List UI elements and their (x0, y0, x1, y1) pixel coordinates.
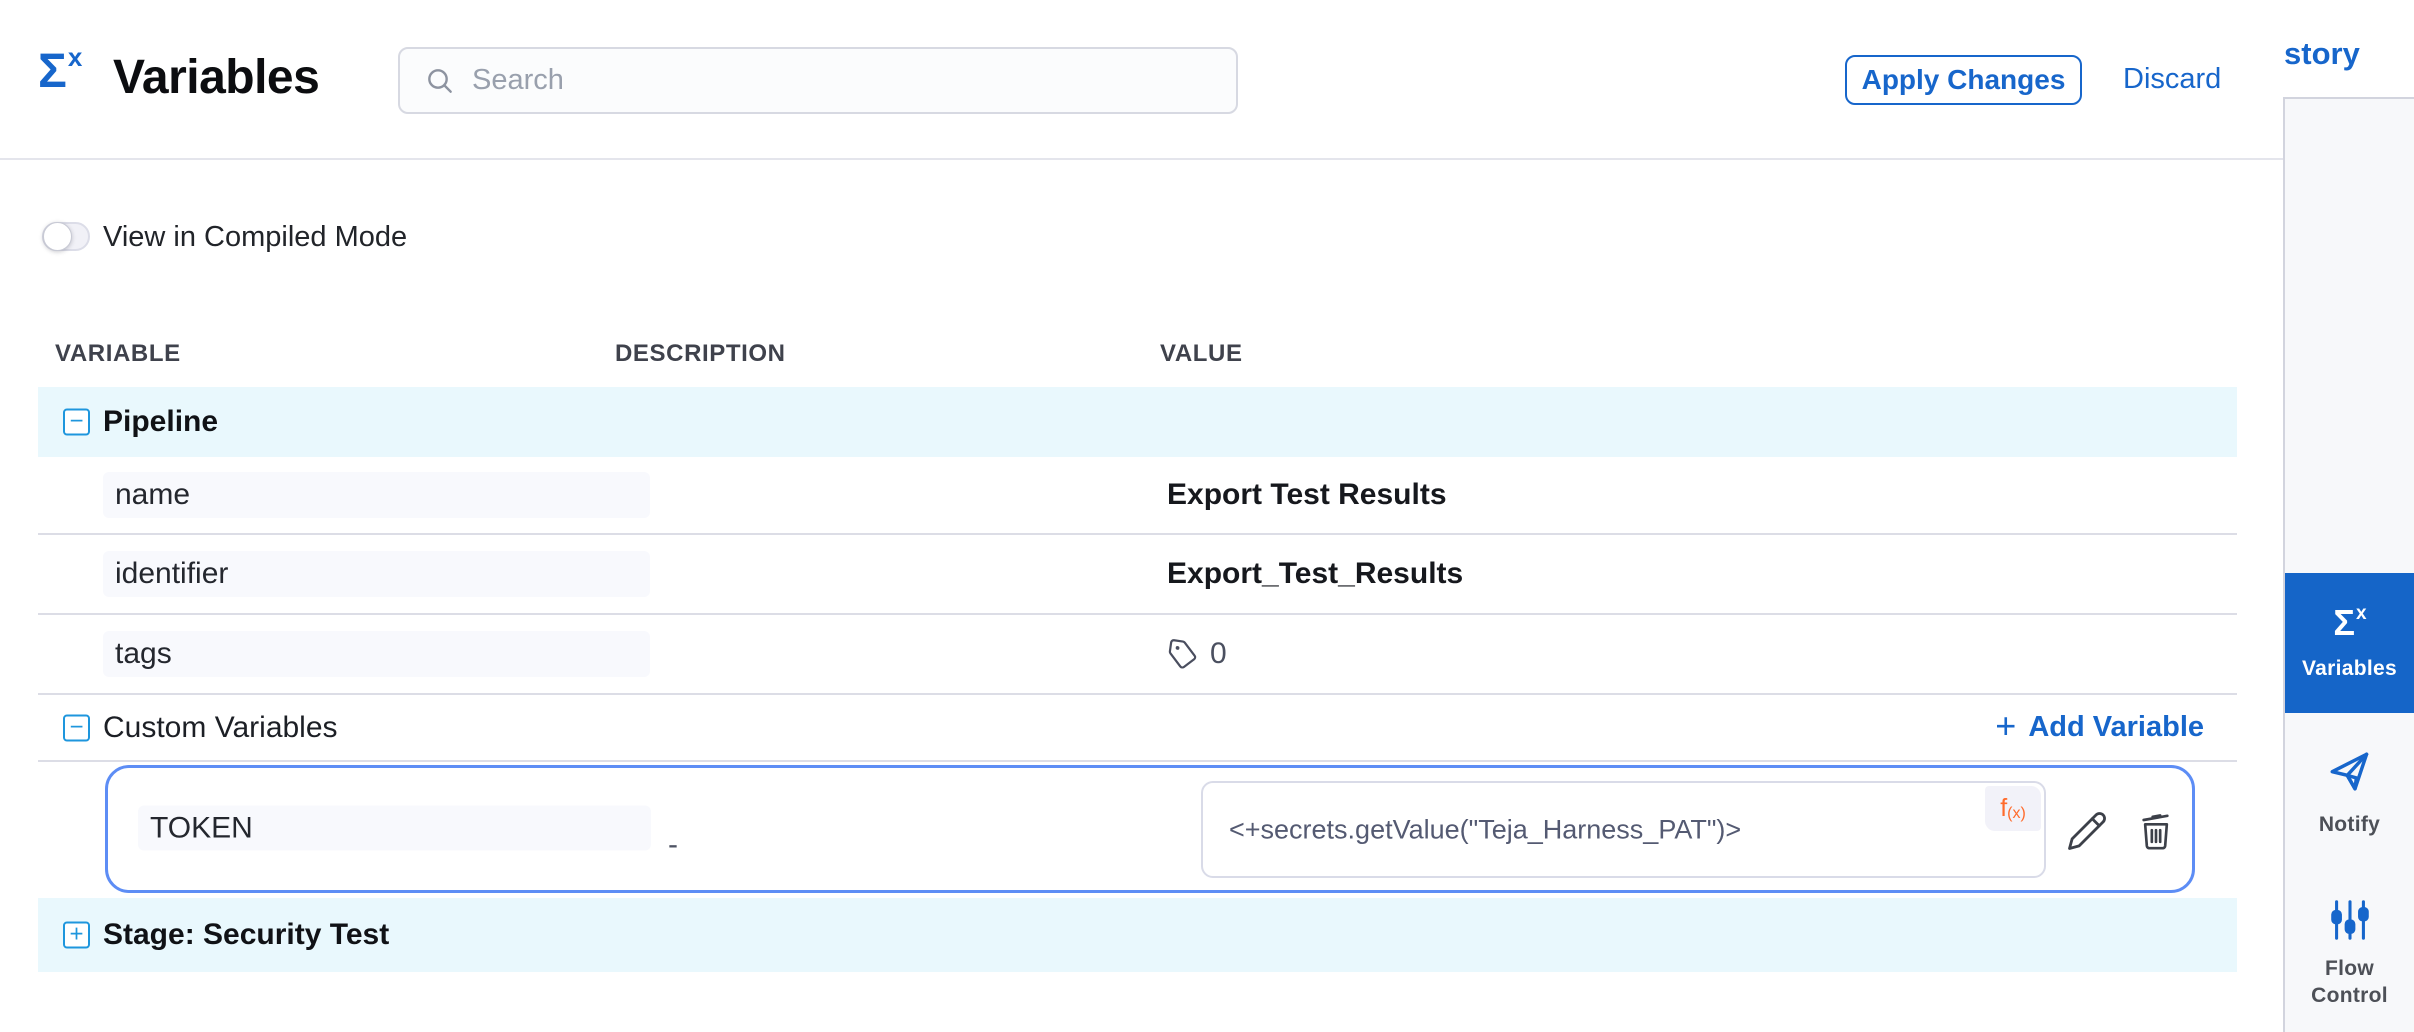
sidebar-item-label: Variables (2302, 655, 2397, 682)
token-variable-card: TOKEN - <+secrets.getValue("Teja_Harness… (105, 765, 2195, 893)
sidebar-item-label: Notify (2319, 811, 2380, 838)
compiled-mode-label: View in Compiled Mode (103, 221, 407, 254)
search-input[interactable] (472, 64, 1192, 97)
custom-variables-section-title: Custom Variables (103, 711, 338, 745)
stage-section-title: Stage: Security Test (103, 918, 389, 952)
token-value-input[interactable]: <+secrets.getValue("Teja_Harness_PAT")> … (1201, 781, 2046, 878)
variable-name-text: name (115, 478, 190, 512)
sidebar-item-label: Flow Control (2300, 955, 2400, 1009)
sidebar-item-notify[interactable]: Notify (2285, 751, 2414, 838)
token-value-expression: <+secrets.getValue("Teja_Harness_PAT")> (1229, 814, 1741, 845)
table-row-name: name Export Test Results (38, 457, 2237, 535)
compiled-mode-toggle[interactable] (42, 222, 90, 251)
table-row-identifier: identifier Export_Test_Results (38, 535, 2237, 615)
search-icon (424, 65, 456, 97)
column-header-description: DESCRIPTION (615, 340, 786, 368)
delete-trash-icon[interactable] (2136, 811, 2176, 851)
tags-count: 0 (1210, 637, 1227, 671)
custom-variables-section-row: − Custom Variables + Add Variable (38, 695, 2237, 762)
variable-name-chip: name (103, 472, 650, 518)
token-variable-row: TOKEN - <+secrets.getValue("Teja_Harness… (38, 762, 2237, 898)
screen: Σx Variables Apply Changes Discard View … (0, 0, 2414, 1032)
page-title: Variables (113, 50, 319, 105)
collapse-custom-variables-icon[interactable]: − (63, 714, 90, 741)
plus-icon: + (1995, 708, 2016, 744)
sliders-icon (2327, 897, 2373, 943)
discard-button[interactable]: Discard (2123, 63, 2221, 96)
pipeline-section-row[interactable]: − Pipeline (38, 387, 2237, 457)
paper-plane-icon (2324, 748, 2376, 800)
edit-pencil-icon[interactable] (2066, 810, 2108, 852)
history-link-fragment[interactable]: story (2284, 36, 2412, 72)
token-name-text: TOKEN (150, 811, 253, 845)
variable-name-chip: identifier (103, 551, 650, 597)
tags-value: 0 (1167, 637, 1227, 671)
variables-table: − Pipeline name Export Test Results iden… (38, 387, 2237, 972)
apply-changes-button[interactable]: Apply Changes (1845, 55, 2082, 105)
stage-section-row[interactable]: + Stage: Security Test (38, 898, 2237, 972)
add-variable-button[interactable]: + Add Variable (1995, 710, 2204, 746)
drawer-header: Σx Variables Apply Changes Discard (0, 0, 2283, 160)
expand-stage-icon[interactable]: + (63, 922, 90, 949)
column-header-variable: VARIABLE (55, 340, 181, 368)
toggle-knob (43, 222, 72, 251)
variable-name-chip: tags (103, 631, 650, 677)
token-name-chip: TOKEN (138, 806, 651, 851)
fx-f: f (2000, 794, 2007, 823)
search-box (398, 47, 1238, 114)
expression-fx-badge[interactable]: f(x) (1985, 786, 2041, 831)
table-row-tags: tags 0 (38, 615, 2237, 695)
pipeline-section-title: Pipeline (103, 405, 218, 439)
sigma-x-icon: Σx (2333, 605, 2365, 641)
variable-name-text: identifier (115, 557, 228, 591)
variable-value: Export Test Results (1167, 478, 1447, 512)
variable-value: Export_Test_Results (1167, 557, 1463, 591)
tag-icon (1165, 636, 1200, 671)
add-variable-label: Add Variable (2028, 711, 2204, 744)
sidebar-item-flow-control[interactable]: Flow Control (2285, 897, 2414, 1009)
column-header-value: VALUE (1160, 340, 1243, 368)
sidebar-item-variables[interactable]: Σx Variables (2285, 573, 2414, 713)
token-description: - (668, 828, 678, 862)
variable-name-text: tags (115, 637, 172, 671)
variables-sigma-icon: Σx (38, 48, 79, 96)
fx-sub: (x) (2007, 805, 2026, 823)
variables-drawer: Σx Variables Apply Changes Discard View … (0, 0, 2283, 1032)
studio-right-sidebar: Σx Variables Notify Flow Control (2285, 99, 2414, 1032)
collapse-pipeline-icon[interactable]: − (63, 409, 90, 436)
